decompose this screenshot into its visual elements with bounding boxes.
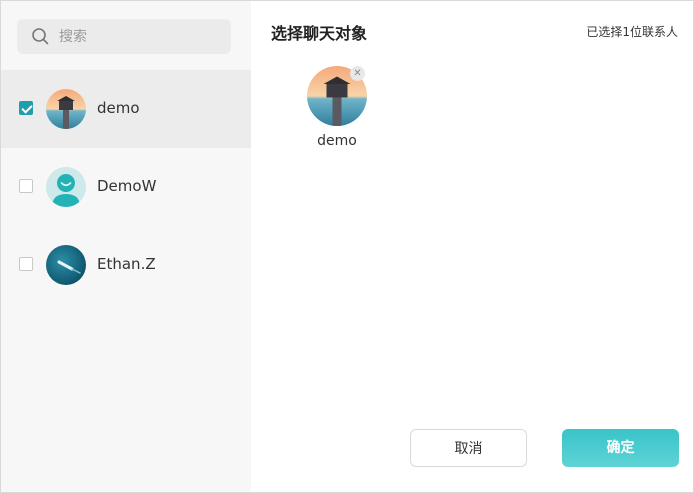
remove-icon[interactable]: ✕	[350, 66, 365, 81]
selected-contact-demo: ✕ demo	[307, 66, 369, 156]
contact-name: DemoW	[97, 177, 157, 195]
search-box[interactable]	[17, 19, 231, 54]
contact-checkbox[interactable]	[19, 257, 33, 271]
select-chat-dialog: demo DemoW	[0, 0, 694, 493]
selected-contact-name: demo	[317, 133, 357, 149]
search-icon	[32, 28, 49, 45]
page-title: 选择聊天对象	[271, 24, 368, 43]
confirm-button[interactable]: 确定	[562, 429, 679, 467]
avatar	[46, 245, 86, 285]
contact-item-demo[interactable]: demo	[1, 70, 251, 148]
cancel-button[interactable]: 取消	[410, 429, 527, 467]
contact-checkbox[interactable]	[19, 179, 33, 193]
avatar	[46, 89, 86, 129]
contact-checkbox[interactable]	[19, 101, 33, 115]
contact-name: Ethan.Z	[97, 255, 156, 273]
selected-count: 已选择1位联系人	[586, 25, 678, 39]
contact-item-ethan-z[interactable]: Ethan.Z	[1, 226, 251, 304]
contact-item-demow[interactable]: DemoW	[1, 148, 251, 226]
search-input[interactable]	[59, 19, 219, 54]
selection-panel: 选择聊天对象 已选择1位联系人 ✕ demo 取消 确定	[251, 1, 693, 492]
contact-panel: demo DemoW	[1, 1, 251, 492]
avatar	[46, 167, 86, 207]
contact-name: demo	[97, 99, 140, 117]
